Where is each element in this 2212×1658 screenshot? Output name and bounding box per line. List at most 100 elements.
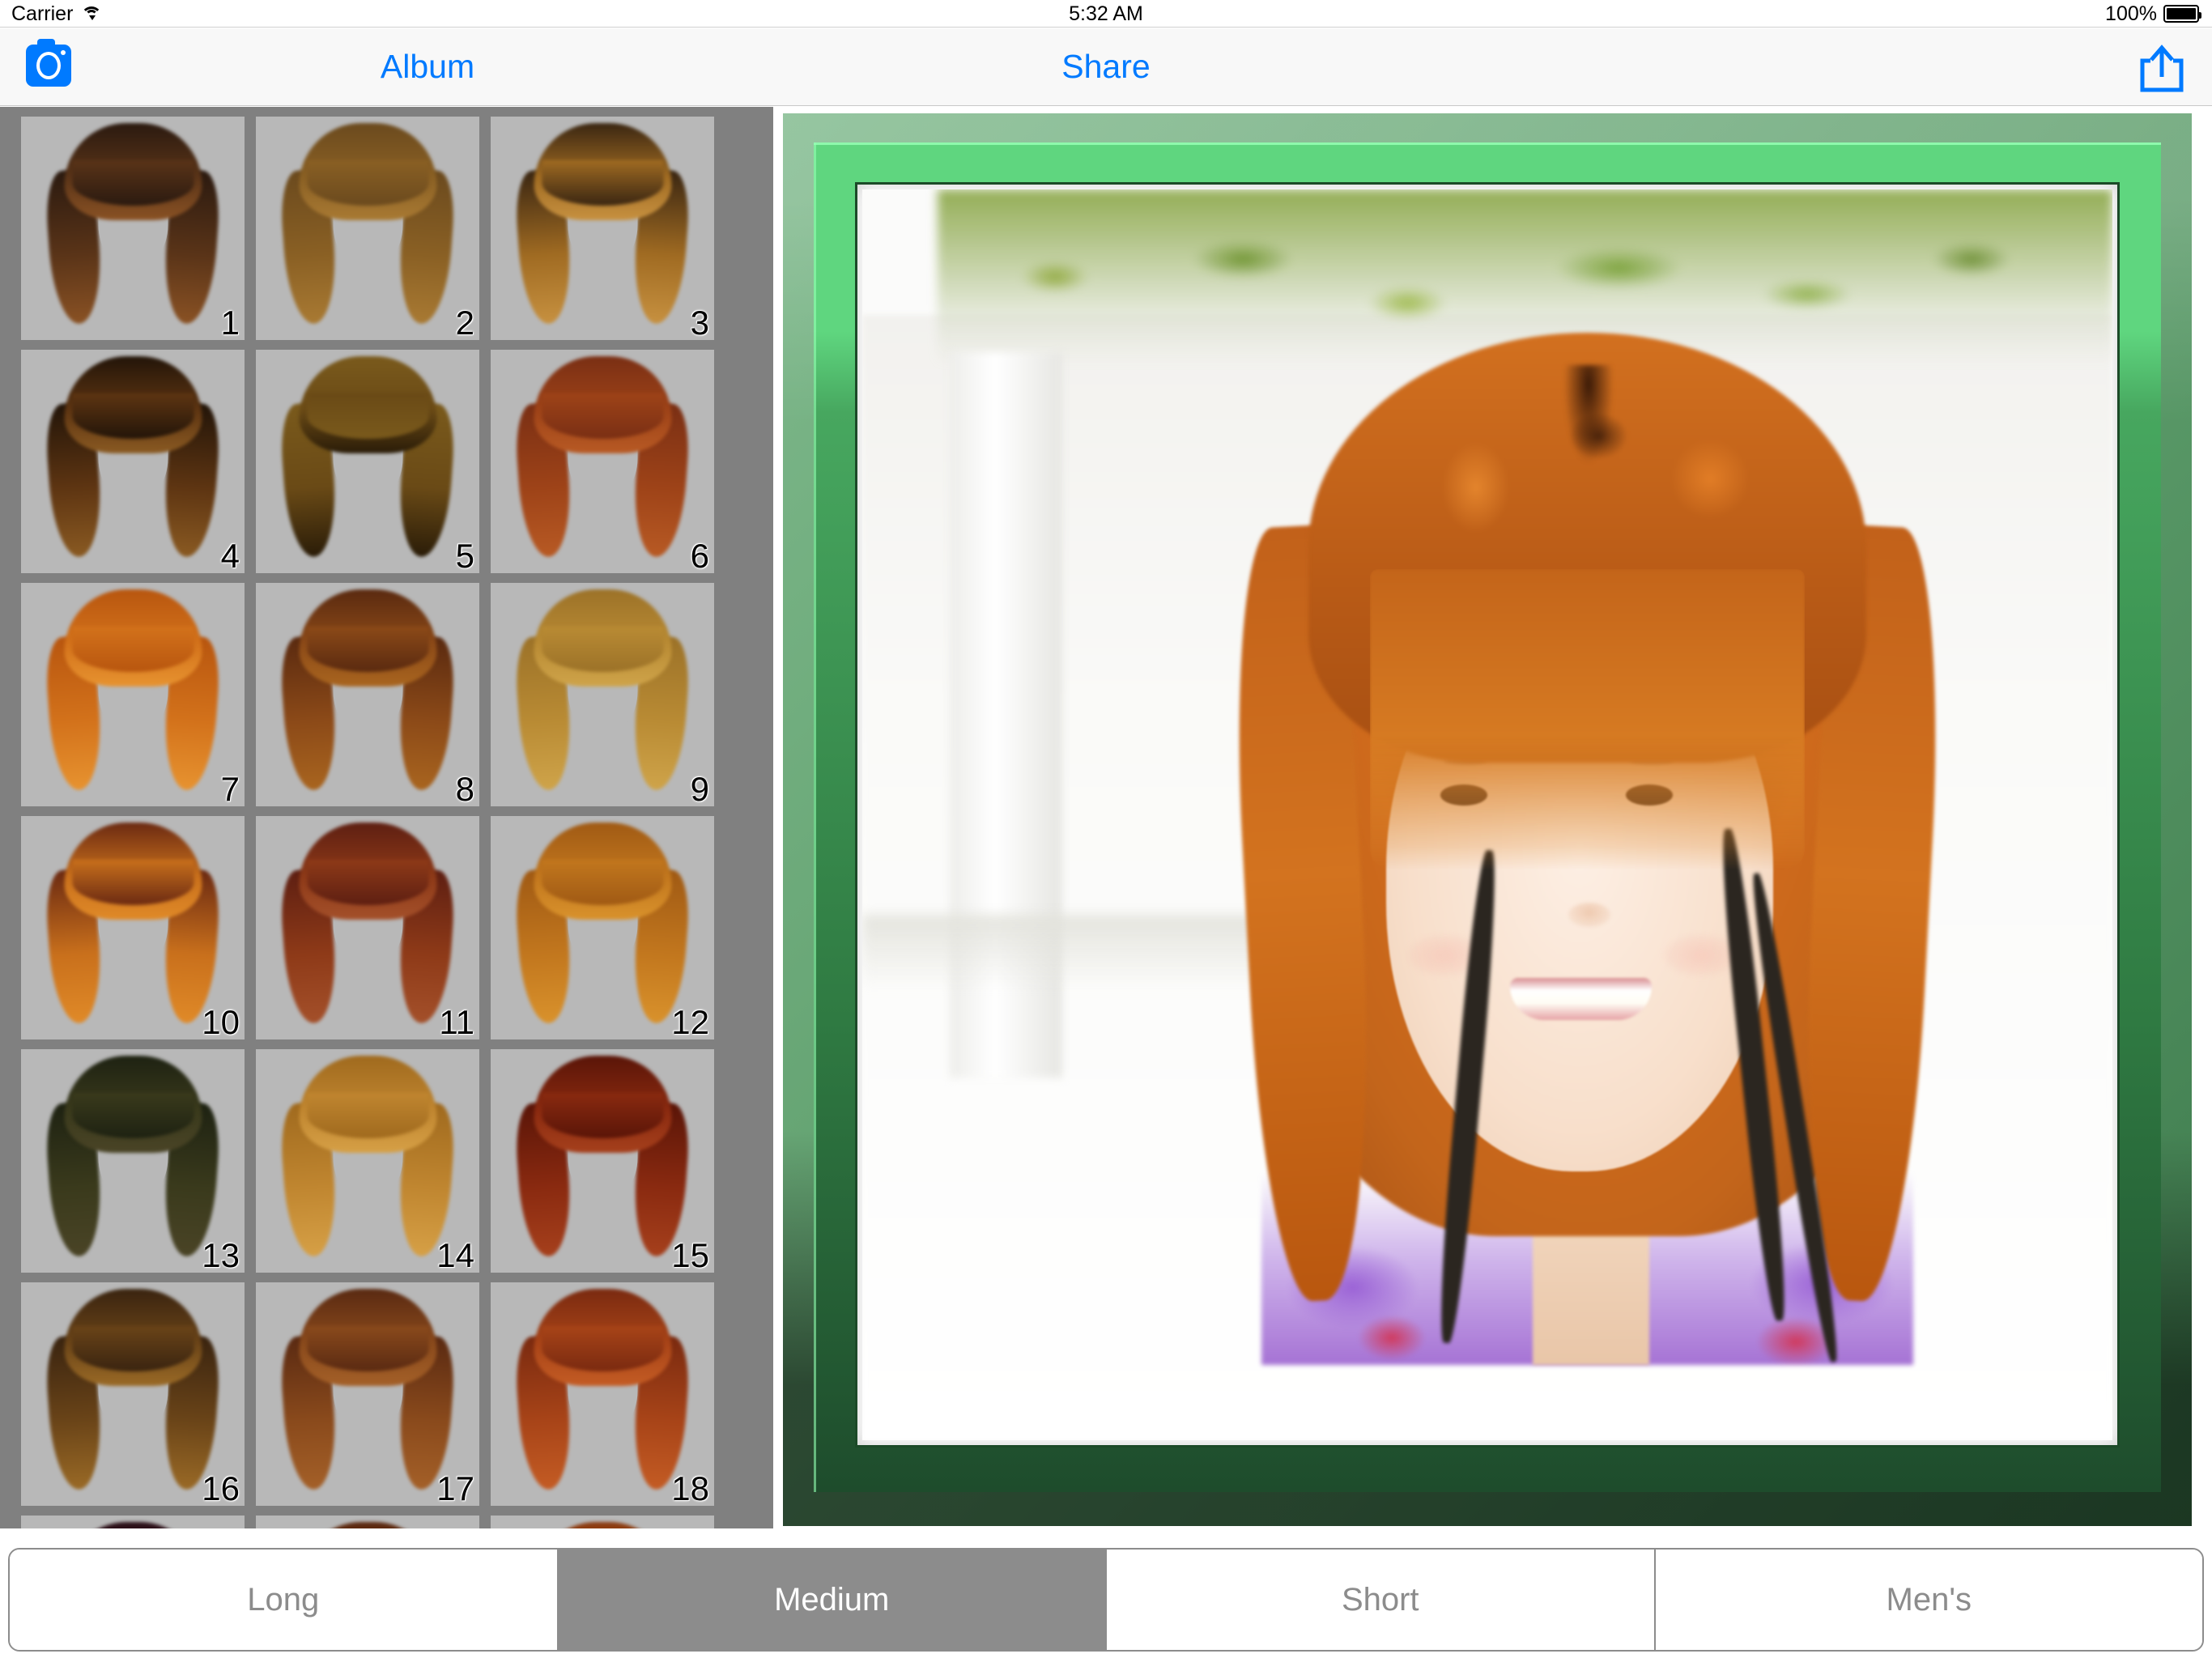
hairstyle-number: 15 <box>671 1236 709 1273</box>
hair-fringe <box>72 1093 194 1138</box>
hairstyle-cell[interactable]: 11 <box>256 816 479 1039</box>
album-button[interactable]: Album <box>355 48 500 86</box>
share-export-icon[interactable] <box>2136 43 2188 93</box>
tab-long[interactable]: Long <box>10 1550 559 1650</box>
hairstyle-number: 3 <box>690 304 709 340</box>
hairstyle-number: 8 <box>455 770 474 806</box>
subject-cheek-right <box>1665 934 1738 976</box>
hairstyle-thumbnail <box>513 823 692 1029</box>
hairstyle-number: 9 <box>690 770 709 806</box>
status-bar: Carrier 5:32 AM 100% <box>0 0 2212 28</box>
navigation-bar: Album Share <box>0 28 2212 106</box>
length-segmented-control[interactable]: Long Medium Short Men's <box>8 1548 2204 1652</box>
camera-icon[interactable] <box>26 39 71 87</box>
hair-fringe <box>72 627 194 672</box>
hairstyle-cell[interactable]: 8 <box>256 583 479 806</box>
hairstyle-cell[interactable]: 3 <box>491 117 714 340</box>
tab-short[interactable]: Short <box>1107 1550 1656 1650</box>
hairstyle-cell[interactable]: 14 <box>256 1049 479 1273</box>
status-bar-right: 100% <box>2105 0 2201 28</box>
hairstyle-cell[interactable]: 5 <box>256 350 479 573</box>
hairstyle-number: 5 <box>455 537 474 573</box>
hairstyle-thumbnail <box>513 356 692 563</box>
hairstyle-thumbnail <box>278 589 457 796</box>
hairstyle-cell[interactable]: 15 <box>491 1049 714 1273</box>
hairstyle-number: 16 <box>202 1469 240 1506</box>
hairstyle-cell[interactable]: 13 <box>21 1049 245 1273</box>
hairstyle-grid-panel[interactable]: 123456789101112131415161718192021 <box>0 107 773 1528</box>
hair-cap <box>64 1522 202 1528</box>
hair-fringe <box>72 1326 194 1371</box>
preview-photo[interactable] <box>862 189 2112 1440</box>
hairstyle-number: 4 <box>220 537 240 573</box>
status-bar-clock: 5:32 AM <box>0 0 2212 28</box>
hair-fringe <box>72 393 194 439</box>
hairstyle-thumbnail <box>513 1289 692 1495</box>
hair-fringe <box>307 1093 428 1138</box>
hairstyle-thumbnail <box>278 356 457 563</box>
hairstyle-thumbnail <box>513 589 692 796</box>
hairstyle-cell[interactable]: 10 <box>21 816 245 1039</box>
app-root: Carrier 5:32 AM 100% Album Share 1234567… <box>0 0 2212 1658</box>
clock-label: 5:32 AM <box>1069 2 1143 25</box>
hairstyle-thumbnail <box>43 823 223 1029</box>
hair-fringe <box>307 393 428 439</box>
photo-mat <box>862 189 2112 1440</box>
hairstyle-cell[interactable]: 1 <box>21 117 245 340</box>
hairstyle-thumbnail <box>278 1056 457 1262</box>
hair-cap <box>299 1522 436 1528</box>
hair-fringe <box>307 860 428 905</box>
hairstyle-cell[interactable]: 6 <box>491 350 714 573</box>
hairstyle-thumbnail <box>278 123 457 329</box>
hairstyle-cell[interactable]: 9 <box>491 583 714 806</box>
hair-bangs <box>1370 569 1805 871</box>
subject-mouth <box>1509 977 1652 1020</box>
hair-fringe <box>542 627 663 672</box>
hairstyle-thumbnail <box>513 123 692 329</box>
hairstyle-cell[interactable]: 18 <box>491 1282 714 1506</box>
hairstyle-cell[interactable]: 19 <box>21 1516 245 1528</box>
tab-medium[interactable]: Medium <box>558 1550 1107 1650</box>
hair-fringe <box>542 393 663 439</box>
hairstyle-number: 18 <box>671 1469 709 1506</box>
hair-fringe <box>307 160 428 206</box>
hairstyle-cell[interactable]: 20 <box>256 1516 479 1528</box>
photo-preview-panel[interactable] <box>783 113 2192 1526</box>
hairstyle-number: 10 <box>202 1003 240 1039</box>
hairstyle-thumbnail <box>278 1289 457 1495</box>
hairstyle-thumbnail <box>513 1056 692 1262</box>
hairstyle-cell[interactable]: 12 <box>491 816 714 1039</box>
hairstyle-cell[interactable]: 16 <box>21 1282 245 1506</box>
photo-subject <box>1200 290 1975 1366</box>
hair-part <box>1563 364 1613 462</box>
hairstyle-thumbnail <box>278 823 457 1029</box>
hairstyle-thumbnail <box>43 1289 223 1495</box>
hair-fringe <box>542 1326 663 1371</box>
hairstyle-thumbnail <box>43 356 223 563</box>
battery-percent-label: 100% <box>2105 2 2157 25</box>
tab-mens[interactable]: Men's <box>1655 1550 2202 1650</box>
hairstyle-number: 1 <box>220 304 240 340</box>
hairstyle-cell[interactable]: 17 <box>256 1282 479 1506</box>
hairstyle-number: 6 <box>690 537 709 573</box>
battery-icon <box>2163 5 2201 23</box>
share-button[interactable]: Share <box>1033 48 1179 86</box>
hair-fringe <box>72 160 194 206</box>
hairstyle-number: 2 <box>455 304 474 340</box>
hairstyle-number: 13 <box>202 1236 240 1273</box>
hair-fringe <box>542 1093 663 1138</box>
hair-cap <box>534 1522 671 1528</box>
hairstyle-number: 12 <box>671 1003 709 1039</box>
hairstyle-cell[interactable]: 21 <box>491 1516 714 1528</box>
hairstyle-thumbnail <box>43 1056 223 1262</box>
hair-fringe <box>542 160 663 206</box>
hairstyle-thumbnail <box>46 1522 220 1528</box>
hairstyle-cell[interactable]: 4 <box>21 350 245 573</box>
hairstyle-cell[interactable]: 7 <box>21 583 245 806</box>
hairstyle-cell[interactable]: 2 <box>256 117 479 340</box>
hair-fringe <box>72 860 194 905</box>
hairstyle-thumbnail <box>281 1522 455 1528</box>
hairstyle-grid: 123456789101112131415161718192021 <box>21 117 725 1528</box>
hairstyle-number: 14 <box>436 1236 474 1273</box>
hairstyle-number: 11 <box>439 1003 474 1039</box>
